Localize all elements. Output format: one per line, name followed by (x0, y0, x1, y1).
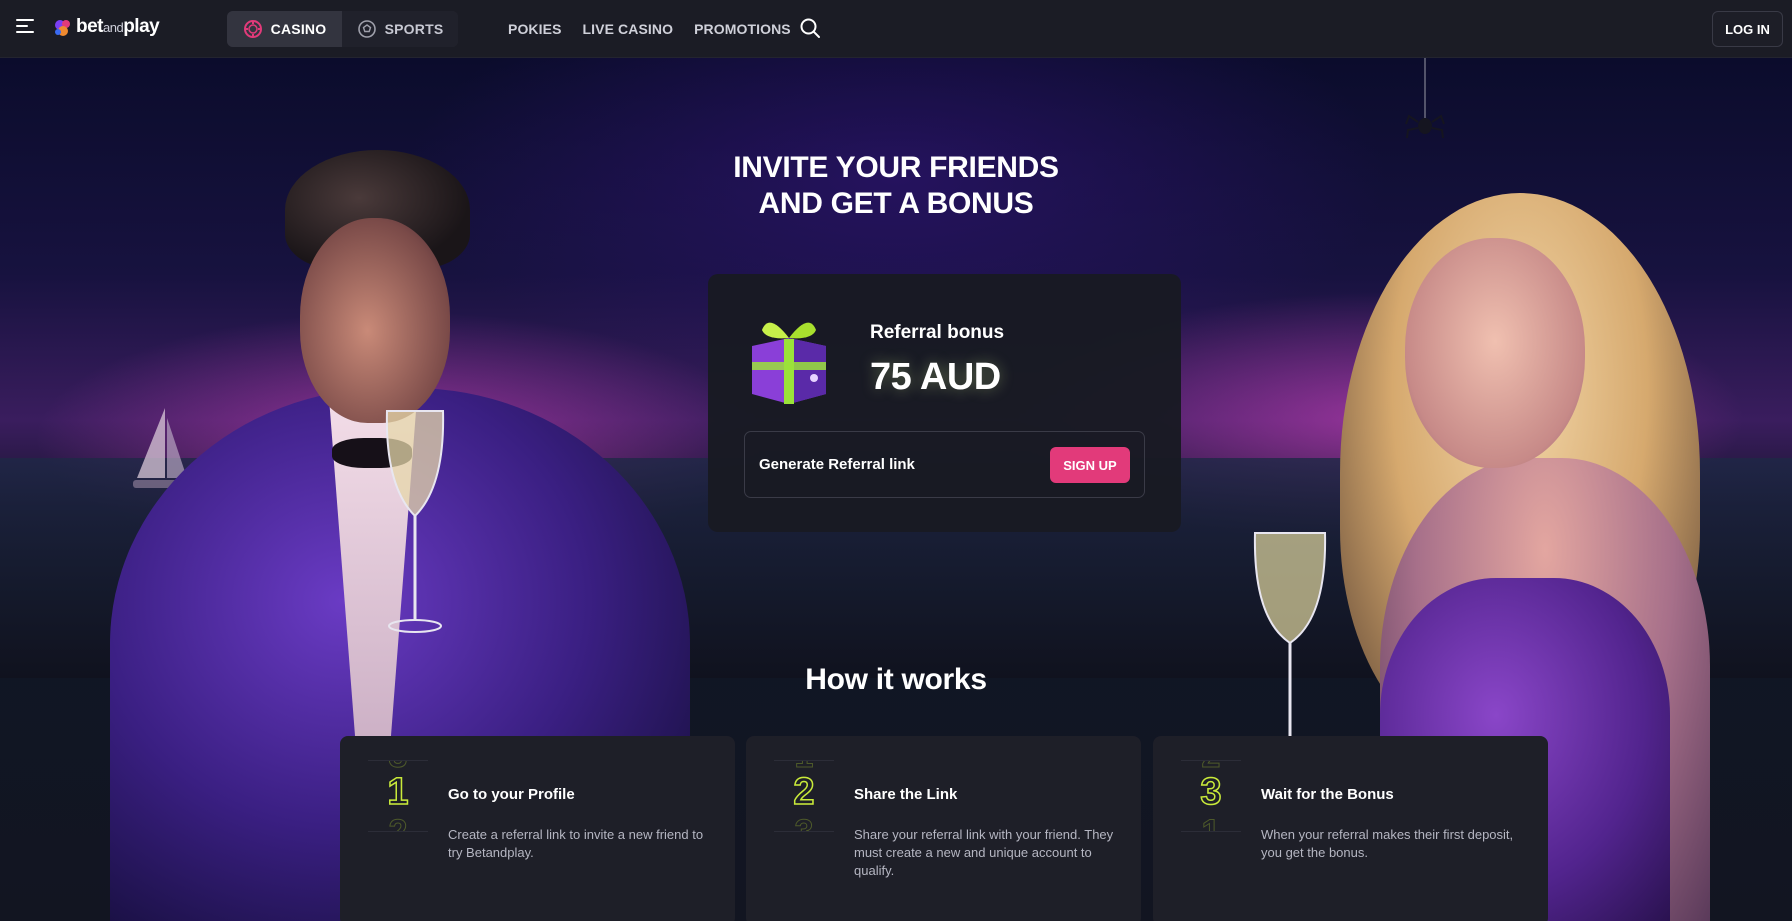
step-description: Create a referral link to invite a new f… (448, 827, 704, 860)
referral-link-box: Generate Referral link SIGN UP (744, 431, 1145, 498)
step-number: 1 2 3 (774, 760, 834, 832)
step-title: Wait for the Bonus (1261, 786, 1394, 803)
site-logo[interactable]: betandplay (52, 15, 160, 39)
top-navigation-bar: betandplay CASINO SPORTS POKIES LIVE CAS… (0, 0, 1792, 58)
step-description: When your referral makes their first dep… (1261, 827, 1514, 860)
search-icon[interactable] (799, 17, 821, 39)
soccer-ball-icon (357, 20, 376, 38)
spider-icon (1405, 58, 1445, 139)
login-button[interactable]: LOG IN (1712, 11, 1783, 47)
product-switcher: CASINO SPORTS (227, 11, 458, 47)
step-number: 2 3 1 (1181, 760, 1241, 832)
step-title: Go to your Profile (448, 786, 575, 803)
woman-face (1405, 238, 1585, 468)
referral-bonus-amount: 75 AUD (870, 356, 1001, 398)
sports-tab[interactable]: SPORTS (342, 11, 458, 47)
referral-bonus-label: Referral bonus (870, 322, 1005, 343)
logo-mark-icon (55, 20, 70, 36)
step-title: Share the Link (854, 786, 958, 803)
casino-tab[interactable]: CASINO (227, 11, 342, 47)
casino-chip-icon (243, 20, 262, 38)
step-card: 2 3 1 Wait for the Bonus When your refer… (1153, 736, 1548, 921)
main-nav: POKIES LIVE CASINO PROMOTIONS (508, 21, 791, 37)
generate-referral-label: Generate Referral link (759, 456, 915, 473)
hero-title: INVITE YOUR FRIENDS AND GET A BONUS (733, 151, 1059, 220)
step-card: 1 2 3 Share the Link Share your referral… (746, 736, 1141, 921)
casino-tab-label: CASINO (270, 21, 327, 37)
referral-bonus-card: Referral bonus 75 AUD Generate Referral … (708, 274, 1181, 532)
step-description: Share your referral link with your frien… (854, 827, 1114, 878)
gift-box-icon (752, 322, 826, 404)
nav-live-casino[interactable]: LIVE CASINO (583, 21, 674, 37)
menu-icon[interactable] (16, 19, 36, 39)
man-head (300, 218, 450, 423)
step-card: 3 1 2 Go to your Profile Create a referr… (340, 736, 735, 921)
logo-text: betandplay (76, 16, 160, 37)
champagne-glass-image (385, 410, 445, 633)
nav-promotions[interactable]: PROMOTIONS (694, 21, 791, 37)
referral-hero: INVITE YOUR FRIENDS AND GET A BONUS Refe… (0, 58, 1792, 921)
sign-up-button[interactable]: SIGN UP (1050, 447, 1130, 483)
nav-pokies[interactable]: POKIES (508, 21, 562, 37)
step-number: 3 1 2 (368, 760, 428, 832)
how-it-works-title: How it works (805, 663, 987, 696)
sports-tab-label: SPORTS (384, 21, 444, 37)
